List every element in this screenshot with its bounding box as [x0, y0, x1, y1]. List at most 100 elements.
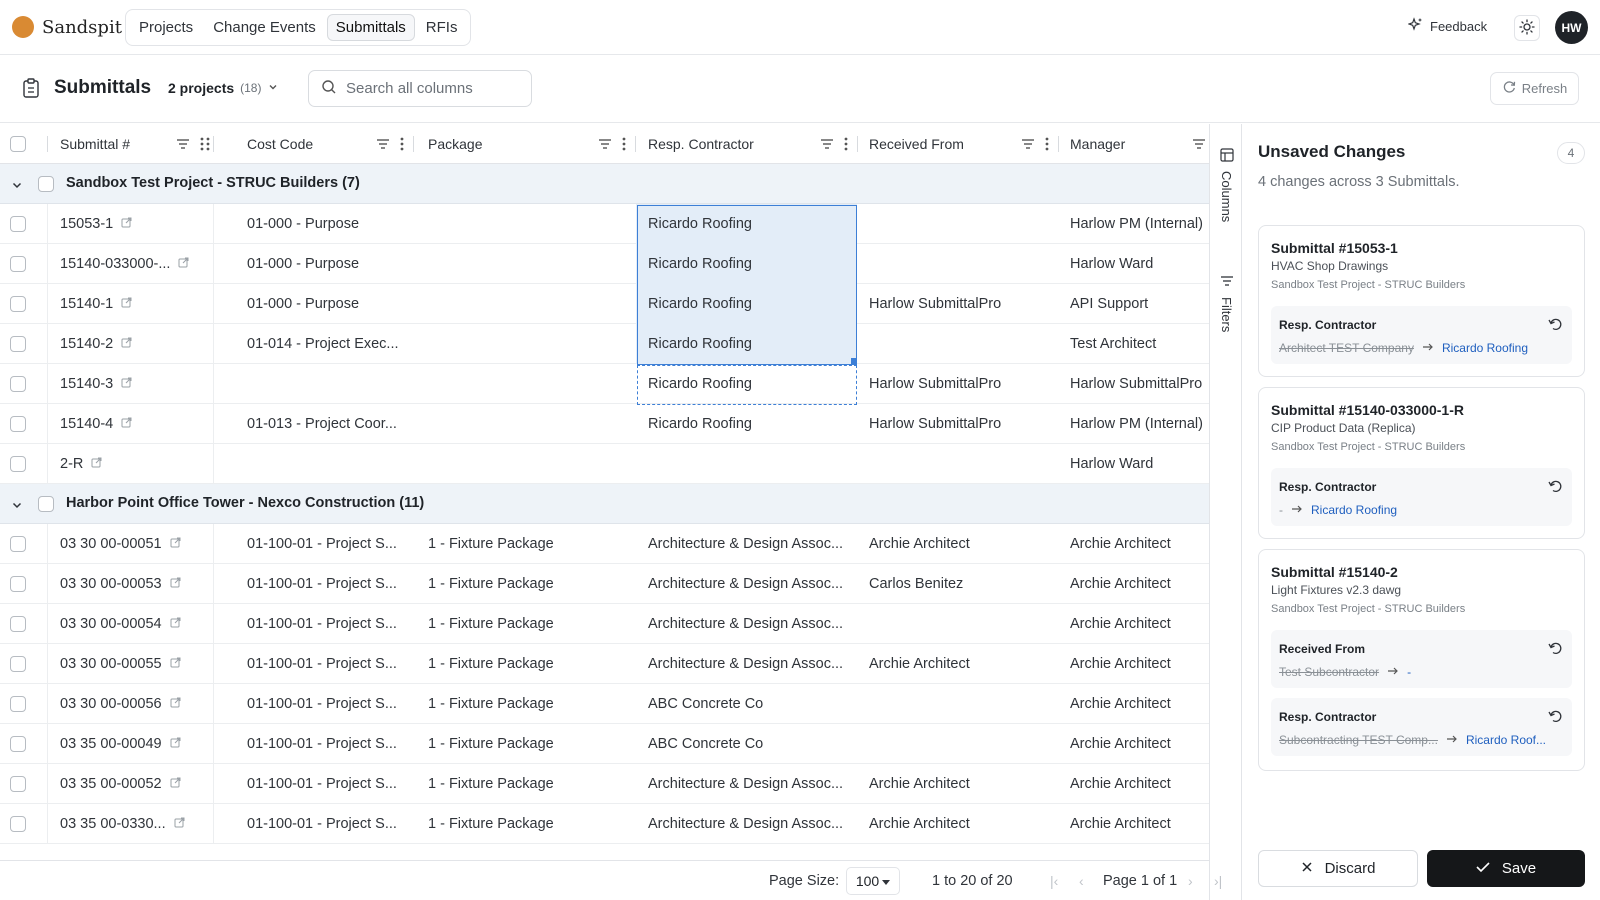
filter-icon[interactable]: [597, 136, 613, 155]
cell-mgr[interactable]: API Support: [1059, 284, 1209, 324]
cell-cost[interactable]: 01-100-01 - Project S...: [233, 644, 413, 684]
cell-recv[interactable]: Archie Architect: [858, 764, 1058, 804]
cell-cost[interactable]: 01-014 - Project Exec...: [233, 324, 413, 364]
undo-icon[interactable]: [1548, 641, 1562, 658]
external-link-icon[interactable]: [121, 416, 132, 432]
cell-pkg[interactable]: 1 - Fixture Package: [414, 604, 635, 644]
cell-resp[interactable]: [636, 444, 857, 484]
cell-cost[interactable]: 01-100-01 - Project S...: [233, 604, 413, 644]
cell-mgr[interactable]: Archie Architect: [1059, 724, 1209, 764]
cell-recv[interactable]: [858, 204, 1058, 244]
cell-mgr[interactable]: Test Architect: [1059, 324, 1209, 364]
external-link-icon[interactable]: [91, 456, 102, 472]
fill-handle[interactable]: [851, 358, 857, 364]
group-checkbox[interactable]: [38, 496, 54, 512]
column-menu-icon[interactable]: [205, 136, 211, 155]
chevron-down-icon[interactable]: [11, 178, 23, 194]
app-logo[interactable]: Sandspit: [12, 16, 122, 38]
external-link-icon[interactable]: [121, 296, 132, 312]
cell-num[interactable]: 03 30 00-00051: [48, 524, 213, 564]
cell-pkg[interactable]: [414, 284, 635, 324]
cell-resp[interactable]: Architecture & Design Assoc...: [636, 764, 857, 804]
cell-mgr[interactable]: Archie Architect: [1059, 524, 1209, 564]
column-menu-icon[interactable]: [843, 136, 849, 155]
cell-recv[interactable]: [858, 324, 1058, 364]
cell-cost[interactable]: 01-100-01 - Project S...: [233, 684, 413, 724]
filter-icon[interactable]: [175, 136, 191, 155]
cell-recv[interactable]: [858, 724, 1058, 764]
table-row[interactable]: 03 30 00-00051 01-100-01 - Project S... 1 …: [0, 524, 1209, 564]
nav-tab-change-events[interactable]: Change Events: [204, 14, 325, 41]
cell-cost[interactable]: 01-100-01 - Project S...: [233, 524, 413, 564]
cell-cost[interactable]: 01-100-01 - Project S...: [233, 764, 413, 804]
table-row[interactable]: 03 35 00-0330... 01-100-01 - Project S...…: [0, 804, 1209, 844]
row-checkbox[interactable]: [10, 336, 26, 352]
cell-cost[interactable]: 01-100-01 - Project S...: [233, 804, 413, 844]
cell-recv[interactable]: [858, 244, 1058, 284]
first-page-icon[interactable]: |‹: [1050, 873, 1058, 889]
cell-num[interactable]: 03 35 00-0330...: [48, 804, 213, 844]
cell-pkg[interactable]: [414, 204, 635, 244]
filter-icon[interactable]: [375, 136, 391, 155]
search-input[interactable]: [346, 80, 516, 97]
feedback-button[interactable]: Feedback: [1407, 17, 1487, 36]
external-link-icon[interactable]: [170, 656, 181, 672]
cell-cost[interactable]: [233, 444, 413, 484]
column-menu-icon[interactable]: [399, 136, 405, 155]
cell-num[interactable]: 03 35 00-00049: [48, 724, 213, 764]
external-link-icon[interactable]: [170, 736, 181, 752]
cell-num[interactable]: 03 35 00-00052: [48, 764, 213, 804]
external-link-icon[interactable]: [178, 256, 189, 272]
row-checkbox[interactable]: [10, 376, 26, 392]
cell-pkg[interactable]: 1 - Fixture Package: [414, 804, 635, 844]
cell-cost[interactable]: 01-013 - Project Coor...: [233, 404, 413, 444]
cell-recv[interactable]: [858, 684, 1058, 724]
cell-recv[interactable]: Harlow SubmittalPro: [858, 364, 1058, 404]
nav-tab-rfis[interactable]: RFIs: [417, 14, 467, 41]
next-page-icon[interactable]: ›: [1188, 873, 1193, 889]
external-link-icon[interactable]: [170, 616, 181, 632]
cell-num[interactable]: 15140-1: [48, 284, 213, 324]
table-row[interactable]: 03 30 00-00053 01-100-01 - Project S... 1 …: [0, 564, 1209, 604]
cell-resp[interactable]: Architecture & Design Assoc...: [636, 644, 857, 684]
discard-button[interactable]: Discard: [1258, 850, 1418, 887]
cell-cost[interactable]: 01-000 - Purpose: [233, 244, 413, 284]
row-checkbox[interactable]: [10, 536, 26, 552]
column-header-received-from[interactable]: Received From: [858, 124, 1058, 164]
cell-pkg[interactable]: [414, 244, 635, 284]
cell-pkg[interactable]: 1 - Fixture Package: [414, 564, 635, 604]
row-checkbox[interactable]: [10, 736, 26, 752]
last-page-icon[interactable]: ›|: [1214, 873, 1222, 889]
filter-icon[interactable]: [1020, 136, 1036, 155]
cell-cost[interactable]: 01-100-01 - Project S...: [233, 564, 413, 604]
cell-recv[interactable]: Archie Architect: [858, 524, 1058, 564]
cell-mgr[interactable]: Harlow Ward: [1059, 244, 1209, 284]
table-row[interactable]: 15053-1 01-000 - Purpose Ricardo Roofing Ha…: [0, 204, 1209, 244]
cell-recv[interactable]: Archie Architect: [858, 804, 1058, 844]
row-checkbox[interactable]: [10, 616, 26, 632]
cell-num[interactable]: 15053-1: [48, 204, 213, 244]
cell-pkg[interactable]: 1 - Fixture Package: [414, 764, 635, 804]
nav-tab-projects[interactable]: Projects: [130, 14, 202, 41]
cell-cost[interactable]: [233, 364, 413, 404]
cell-pkg[interactable]: [414, 444, 635, 484]
cell-mgr[interactable]: Archie Architect: [1059, 644, 1209, 684]
external-link-icon[interactable]: [170, 696, 181, 712]
cell-mgr[interactable]: Archie Architect: [1059, 604, 1209, 644]
undo-icon[interactable]: [1548, 479, 1562, 496]
cell-resp[interactable]: Architecture & Design Assoc...: [636, 564, 857, 604]
filter-icon[interactable]: [1191, 136, 1207, 155]
cell-mgr[interactable]: Archie Architect: [1059, 764, 1209, 804]
cell-resp[interactable]: ABC Concrete Co: [636, 684, 857, 724]
refresh-button[interactable]: Refresh: [1490, 72, 1579, 105]
external-link-icon[interactable]: [121, 216, 132, 232]
cell-mgr[interactable]: Harlow SubmittalPro: [1059, 364, 1209, 404]
user-avatar[interactable]: HW: [1555, 11, 1588, 44]
row-checkbox[interactable]: [10, 456, 26, 472]
cell-resp[interactable]: Architecture & Design Assoc...: [636, 604, 857, 644]
cell-num[interactable]: 15140-2: [48, 324, 213, 364]
cell-mgr[interactable]: Harlow Ward: [1059, 444, 1209, 484]
cell-num[interactable]: 03 30 00-00055: [48, 644, 213, 684]
cell-pkg[interactable]: 1 - Fixture Package: [414, 684, 635, 724]
cell-num[interactable]: 03 30 00-00054: [48, 604, 213, 644]
